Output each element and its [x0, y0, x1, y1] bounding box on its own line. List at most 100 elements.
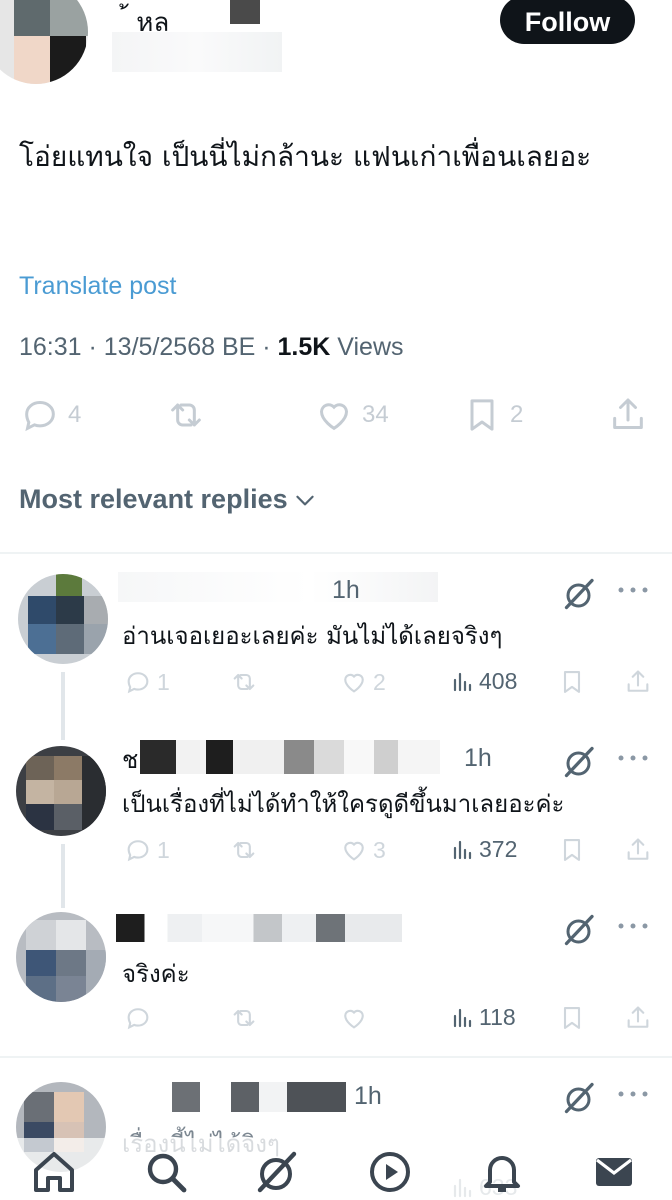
grok-icon[interactable] — [562, 576, 598, 612]
like-button[interactable]: 2 — [340, 668, 386, 696]
bottom-navigation — [0, 1138, 672, 1200]
reply-author-redaction — [116, 914, 402, 942]
reply-item[interactable]: จริงค่ะ 118 — [0, 910, 672, 1050]
more-icon[interactable] — [616, 748, 650, 768]
reply-item[interactable]: ช 1h เป็นเรื่องที่ไม่ได้ทำให้ใครดูดีขึ้น… — [0, 740, 672, 908]
avatar[interactable] — [18, 574, 108, 664]
reply-time[interactable]: 1h — [464, 744, 492, 773]
bookmark-button[interactable]: 2 — [462, 395, 523, 435]
grok-icon[interactable] — [562, 744, 598, 780]
post-actions: 4 34 2 — [0, 395, 672, 445]
messages-icon[interactable] — [590, 1148, 638, 1196]
bookmark-count: 2 — [510, 401, 524, 428]
reply-count: 1 — [157, 836, 170, 863]
repost-button[interactable] — [166, 395, 206, 435]
post-meta: 16:31 · 13/5/2568 BE · 1.5K Views — [19, 333, 404, 361]
avatar[interactable] — [16, 746, 106, 836]
heart-icon — [344, 673, 364, 693]
reply-author-redaction — [172, 1082, 346, 1112]
share-icon — [627, 670, 649, 692]
like-count: 34 — [362, 401, 389, 428]
reply-count: 4 — [68, 401, 82, 428]
reply-author-redaction — [118, 572, 438, 602]
chevron-down-icon — [295, 495, 314, 505]
reply-author-initial[interactable]: ช — [122, 740, 138, 779]
repost-button[interactable] — [230, 836, 258, 864]
reply-icon — [127, 672, 149, 694]
views-count: 372 — [479, 836, 518, 862]
notifications-icon[interactable] — [478, 1148, 526, 1196]
more-icon[interactable] — [616, 580, 650, 600]
share-icon — [613, 398, 643, 429]
like-button[interactable]: 34 — [314, 395, 389, 435]
grok-icon[interactable] — [254, 1148, 302, 1196]
reply-author-redaction — [140, 740, 440, 774]
share-button[interactable] — [624, 668, 652, 696]
reply-actions: 1 2 408 — [0, 668, 672, 702]
reply-button[interactable] — [124, 1004, 152, 1032]
bookmark-icon — [563, 839, 581, 861]
reply-actions: 1 3 372 — [0, 836, 672, 870]
reply-item[interactable]: 1h อ่านเจอเยอะเลยค่ะ มันไม่ได้เลยจริงๆ 1… — [0, 572, 672, 740]
bookmark-button[interactable] — [558, 1004, 586, 1032]
more-icon[interactable] — [616, 916, 650, 936]
reply-text: เป็นเรื่องที่ไม่ได้ทำให้ใครดูดีขึ้นมาเลย… — [122, 790, 565, 818]
more-icon[interactable] — [616, 1084, 650, 1104]
share-icon — [627, 838, 649, 860]
views-icon — [453, 840, 472, 859]
heart-icon — [319, 403, 349, 431]
bookmark-button[interactable] — [558, 836, 586, 864]
bookmark-icon — [563, 1007, 581, 1029]
repost-icon — [171, 403, 201, 427]
reply-button[interactable]: 1 — [124, 836, 170, 864]
author-handle-redaction — [112, 32, 282, 72]
repost-button[interactable] — [230, 668, 258, 696]
reply-time[interactable]: 1h — [332, 576, 360, 605]
repost-button[interactable] — [230, 1004, 258, 1032]
views-count: 1.5K — [277, 333, 331, 361]
reply-button[interactable]: 4 — [20, 395, 81, 435]
share-button[interactable] — [608, 395, 648, 435]
views-label: Views — [337, 333, 404, 361]
avatar[interactable] — [16, 912, 106, 1002]
share-icon — [627, 1006, 649, 1028]
like-count: 3 — [373, 836, 386, 863]
reply-count: 1 — [157, 668, 170, 695]
reply-time[interactable]: 1h — [354, 1082, 382, 1111]
reply-icon — [127, 840, 149, 862]
bookmark-icon — [470, 399, 494, 431]
bookmark-icon — [563, 671, 581, 693]
bookmark-button[interactable] — [558, 668, 586, 696]
video-icon[interactable] — [366, 1148, 414, 1196]
views-button[interactable]: 118 — [450, 1004, 516, 1031]
views-button[interactable]: 372 — [450, 836, 517, 863]
like-button[interactable]: 3 — [340, 836, 386, 864]
share-button[interactable] — [624, 1004, 652, 1032]
reply-text: อ่านเจอเยอะเลยค่ะ มันไม่ได้เลยจริงๆ — [122, 622, 503, 650]
replies-sort-dropdown[interactable]: Most relevant replies — [19, 484, 318, 515]
views-icon — [453, 1008, 472, 1027]
author-avatar[interactable] — [0, 0, 88, 84]
post-text: โอ่ยแทนใจ เป็นนี่ไม่กล้านะ แฟนเก่าเพื่อน… — [19, 140, 592, 173]
views-count: 118 — [479, 1004, 516, 1030]
translate-post-link[interactable]: Translate post — [19, 272, 176, 301]
heart-icon — [344, 841, 364, 861]
reply-icon — [127, 1008, 149, 1030]
repost-icon — [233, 1009, 255, 1027]
divider — [0, 1056, 672, 1058]
reply-button[interactable]: 1 — [124, 668, 170, 696]
repost-icon — [233, 841, 255, 859]
home-icon[interactable] — [30, 1148, 78, 1196]
share-button[interactable] — [624, 836, 652, 864]
follow-button[interactable]: Follow — [500, 0, 635, 44]
heart-icon — [344, 1009, 364, 1029]
views-button[interactable]: 408 — [450, 668, 517, 695]
grok-icon[interactable] — [562, 1080, 598, 1116]
post-date[interactable]: 13/5/2568 BE — [104, 333, 256, 361]
like-button[interactable] — [340, 1004, 368, 1032]
reply-actions: 118 — [0, 1004, 672, 1038]
repost-icon — [233, 673, 255, 691]
post-time: 16:31 — [19, 333, 82, 361]
search-icon[interactable] — [142, 1148, 190, 1196]
grok-icon[interactable] — [562, 912, 598, 948]
